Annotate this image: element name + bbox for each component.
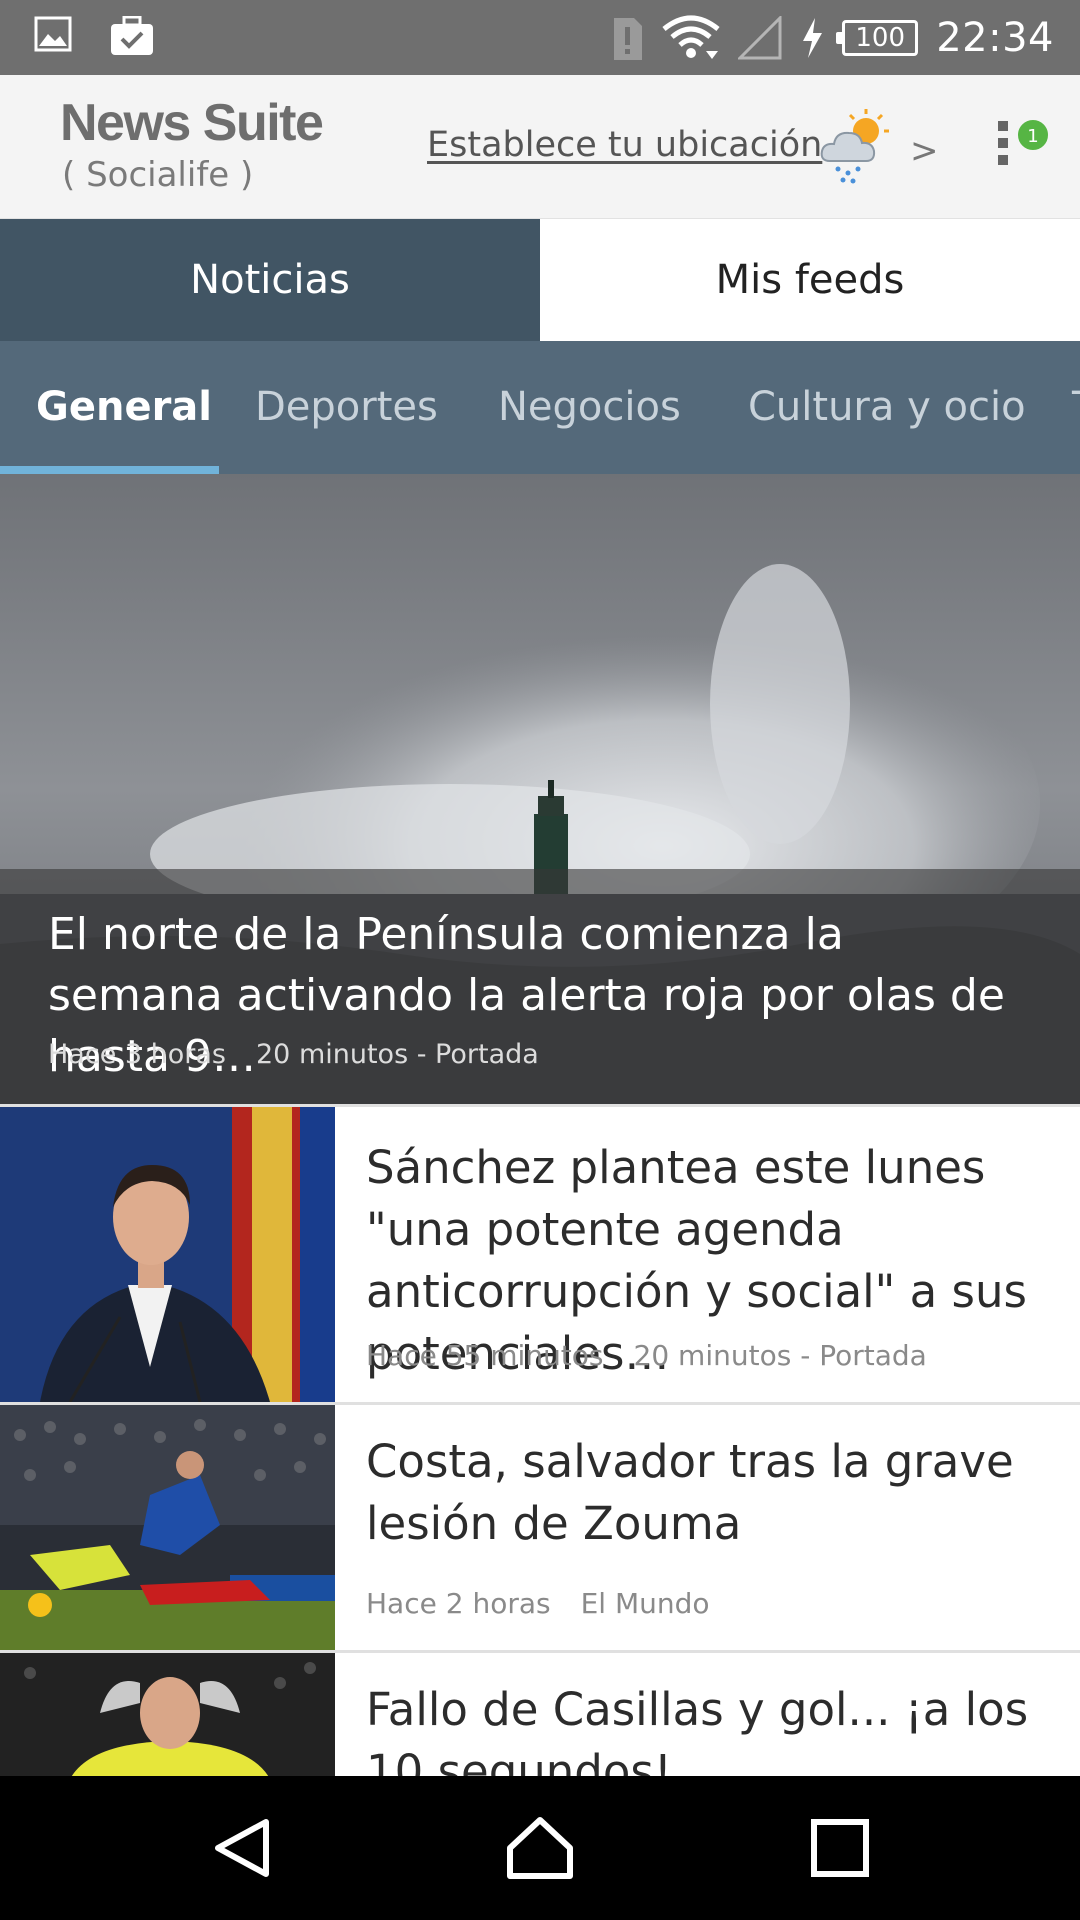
charging-icon [803, 18, 823, 58]
notification-badge: 1 [1016, 118, 1050, 152]
category-tabs: General Deportes Negocios Cultura y ocio… [0, 341, 1080, 474]
list-item[interactable]: Sánchez plantea este lunes "una potente … [0, 1104, 1080, 1402]
list-item[interactable]: Costa, salvador tras la grave lesión de … [0, 1402, 1080, 1650]
app-subtitle: ( Socialife ) [62, 155, 254, 195]
category-tab-general[interactable]: General [36, 341, 212, 474]
home-icon[interactable] [504, 1812, 576, 1884]
article-meta: Hace 2 horas El Mundo [366, 1587, 710, 1620]
article-headline: Fallo de Casillas y gol... ¡a los 10 seg… [366, 1683, 1029, 1776]
work-done-notification-icon [111, 16, 153, 55]
gallery-notification-icon [34, 16, 72, 52]
list-item[interactable]: Fallo de Casillas y gol... ¡a los 10 seg… [0, 1650, 1080, 1776]
cell-signal-icon [738, 16, 782, 60]
active-tab-indicator [0, 466, 219, 474]
battery-level: 100 [836, 20, 919, 56]
hero-time: Hace 3 horas [48, 1039, 226, 1070]
article-time: Hace 2 horas [366, 1587, 551, 1620]
article-source: El Mundo [580, 1587, 710, 1620]
article-source: 20 minutos - Portada [633, 1339, 927, 1372]
navigation-bar [0, 1776, 1080, 1920]
category-tab-cultura-y-ocio[interactable]: Cultura y ocio [748, 341, 1026, 474]
partly-cloudy-rain-icon[interactable] [816, 105, 900, 185]
tab-mis-feeds[interactable]: Mis feeds [540, 219, 1080, 341]
main-tabs: Noticias Mis feeds [0, 219, 1080, 341]
overflow-menu-icon[interactable] [998, 121, 1010, 181]
recents-icon[interactable] [804, 1812, 876, 1884]
hero-source: 20 minutos - Portada [256, 1039, 539, 1070]
status-bar: 100 22:34 [0, 0, 1080, 75]
wifi-icon [662, 15, 720, 59]
category-tab-deportes[interactable]: Deportes [255, 341, 438, 474]
back-icon[interactable] [206, 1812, 278, 1884]
article-thumbnail [0, 1405, 335, 1650]
hero-meta: Hace 3 horas 20 minutos - Portada [48, 1039, 539, 1070]
article-thumbnail [0, 1653, 335, 1776]
alert-sim-icon [614, 18, 643, 60]
set-location-link[interactable]: Establece tu ubicación [427, 125, 822, 165]
category-tab-next[interactable]: T [1072, 341, 1080, 474]
chevron-right-icon[interactable]: > [910, 131, 939, 171]
article-thumbnail [0, 1107, 335, 1402]
article-headline: Costa, salvador tras la grave lesión de … [366, 1435, 1014, 1550]
app-title: News Suite [60, 94, 324, 152]
article-time: Hace 55 minutos [366, 1339, 604, 1372]
category-tab-negocios[interactable]: Negocios [498, 341, 681, 474]
tab-noticias[interactable]: Noticias [0, 219, 540, 341]
clock: 22:34 [936, 15, 1054, 61]
article-meta: Hace 55 minutos 20 minutos - Portada [366, 1339, 927, 1372]
app-header: News Suite ( Socialife ) Establece tu ub… [0, 75, 1080, 219]
hero-article[interactable]: El norte de la Península comienza la sem… [0, 474, 1080, 1104]
